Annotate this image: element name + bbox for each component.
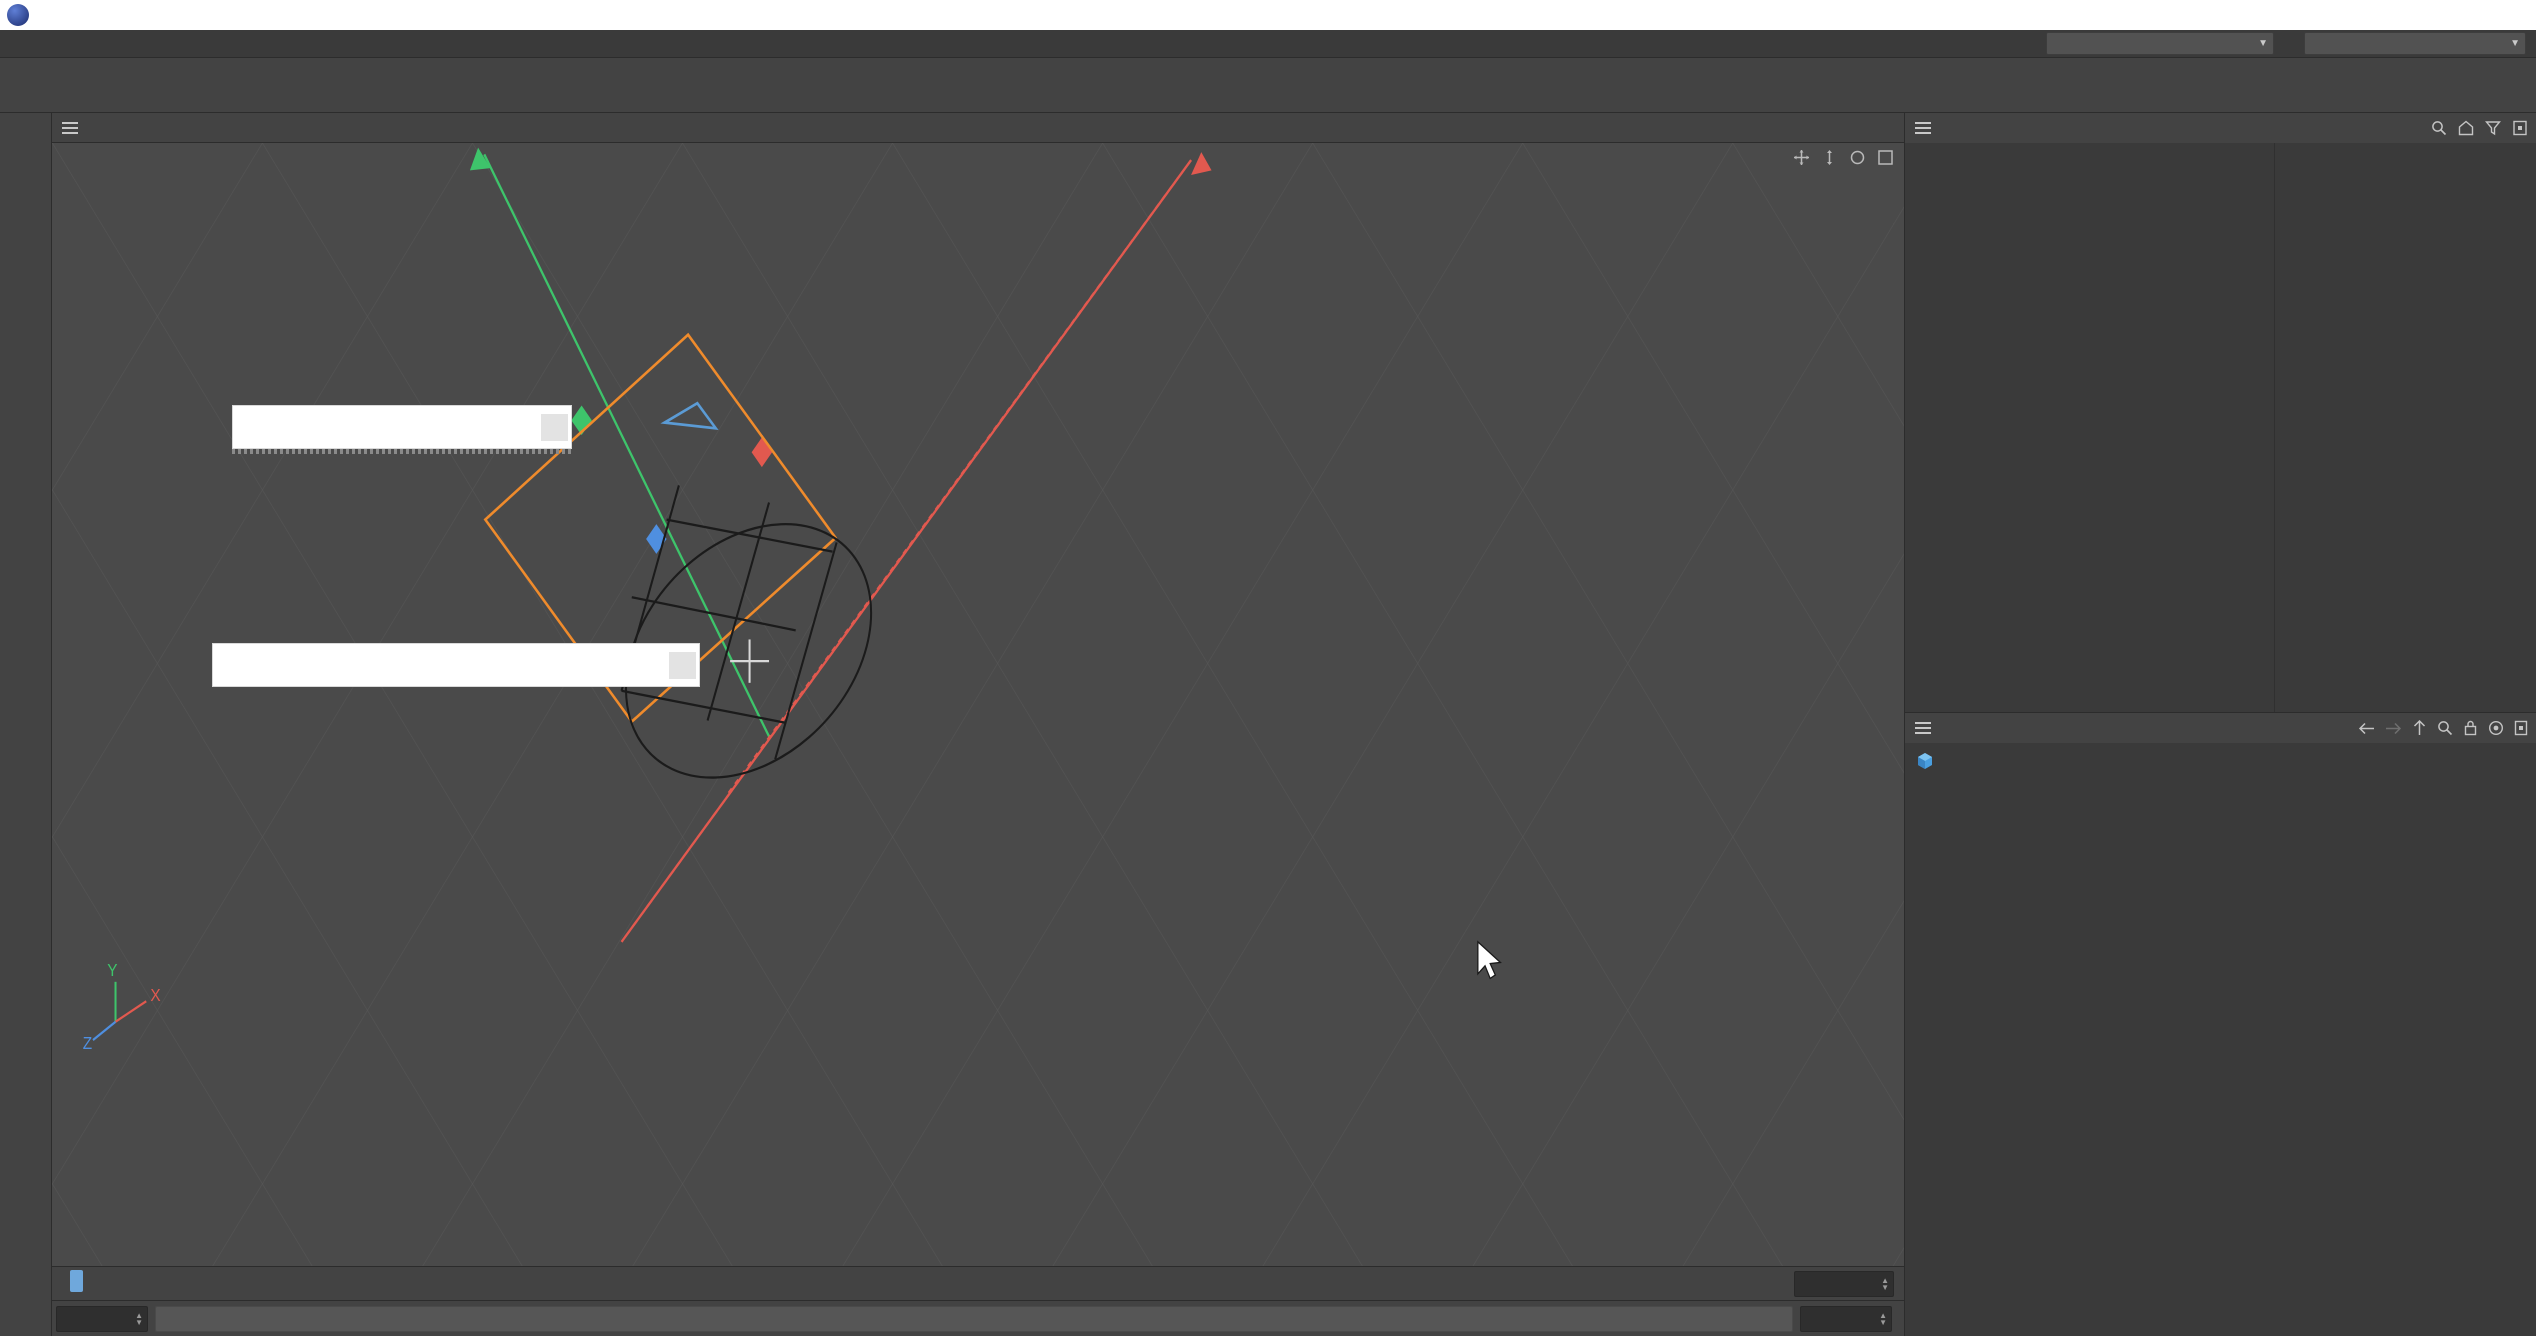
up-arrow-icon[interactable] <box>2412 720 2427 736</box>
node-space-dropdown[interactable]: ▼ <box>2046 32 2274 55</box>
timeline-ruler[interactable]: ▲ ▼ <box>52 1266 1904 1300</box>
target-icon[interactable] <box>2488 720 2504 736</box>
current-frame-field[interactable]: ▲ ▼ <box>56 1305 148 1332</box>
home-icon[interactable] <box>2458 120 2474 136</box>
end-frame-field[interactable]: ▲ ▼ <box>1800 1305 1892 1332</box>
spinner-icon[interactable]: ▲ ▼ <box>1879 1311 1887 1326</box>
viewport-scene: Y X Z <box>52 143 1904 1266</box>
primitives-palette-titlebar[interactable] <box>232 405 572 449</box>
object-manager-toolbar-icons <box>2431 120 2528 136</box>
rotate-view-icon[interactable] <box>1849 149 1866 166</box>
object-manager <box>1905 113 2536 713</box>
timeline-ticks[interactable] <box>62 1267 1786 1300</box>
search-icon[interactable] <box>2431 120 2447 136</box>
main-menu-bar: ▼ ▼ <box>0 30 2536 58</box>
palette-drag-grip[interactable] <box>232 449 572 454</box>
spinner-icon[interactable]: ▲ ▼ <box>135 1311 143 1326</box>
viewport-3d[interactable]: Y X Z <box>52 143 1904 1266</box>
viewport-nav-icons <box>1793 149 1894 166</box>
attribute-manager-menu-bar <box>1905 713 2536 743</box>
generators-palette[interactable] <box>200 643 700 687</box>
main-toolbar <box>0 58 2536 113</box>
cinema4d-logo-icon <box>7 4 29 26</box>
timeline-frame-field-wrap: ▲ ▼ <box>1786 1267 1904 1300</box>
attribute-manager <box>1905 713 2536 1336</box>
mode-toolbar <box>0 113 52 1336</box>
window-controls <box>2350 0 2536 30</box>
node-space-layout-area: ▼ ▼ <box>2037 32 2536 55</box>
attribute-manager-toolbar-icons <box>2358 720 2528 736</box>
timeline-range-bar[interactable] <box>155 1305 1793 1332</box>
filter-icon[interactable] <box>2485 120 2501 136</box>
svg-text:X: X <box>150 986 160 1005</box>
layout-icon[interactable] <box>2514 720 2528 736</box>
primitives-palette[interactable] <box>232 405 572 454</box>
scale-view-icon[interactable] <box>1821 149 1838 166</box>
attribute-manager-hamburger-icon[interactable] <box>1915 722 1931 734</box>
close-icon[interactable] <box>669 651 696 679</box>
chevron-down-icon: ▼ <box>2258 38 2268 49</box>
close-icon[interactable] <box>541 413 568 441</box>
layout-dropdown[interactable]: ▼ <box>2304 32 2526 55</box>
spinner-icon[interactable]: ▲ ▼ <box>1881 1276 1889 1291</box>
timeline-playhead[interactable] <box>70 1270 83 1292</box>
maximize-button[interactable] <box>2412 0 2474 30</box>
viewport-hamburger-icon[interactable] <box>62 121 78 134</box>
generators-palette-titlebar[interactable] <box>212 643 700 687</box>
forward-arrow-icon[interactable] <box>2385 721 2402 736</box>
window-title-bar <box>0 0 2536 30</box>
back-arrow-icon[interactable] <box>2358 721 2375 736</box>
move-view-icon[interactable] <box>1793 149 1810 166</box>
attribute-object-header <box>1915 751 2536 776</box>
object-manager-body[interactable] <box>1905 143 2536 712</box>
timeline-frame-field[interactable]: ▲ ▼ <box>1794 1270 1894 1297</box>
svg-text:Z: Z <box>83 1034 92 1053</box>
search-icon[interactable] <box>2437 720 2453 736</box>
lock-icon[interactable] <box>2463 720 2478 736</box>
viewport-menu-bar <box>52 113 1904 143</box>
svg-text:Y: Y <box>107 961 117 980</box>
animation-transport-bar: ▲ ▼ ▲ ▼ <box>52 1300 1904 1336</box>
object-manager-hamburger-icon[interactable] <box>1915 122 1931 134</box>
close-button[interactable] <box>2474 0 2536 30</box>
cube-icon <box>1915 751 1935 776</box>
minimize-button[interactable] <box>2350 0 2412 30</box>
attribute-manager-body[interactable] <box>1905 743 2536 1336</box>
object-tree[interactable] <box>1905 143 2275 712</box>
object-manager-menu-bar <box>1905 113 2536 143</box>
layout-icon[interactable] <box>2512 120 2528 136</box>
chevron-down-icon: ▼ <box>2510 38 2520 49</box>
maximize-view-icon[interactable] <box>1877 149 1894 166</box>
